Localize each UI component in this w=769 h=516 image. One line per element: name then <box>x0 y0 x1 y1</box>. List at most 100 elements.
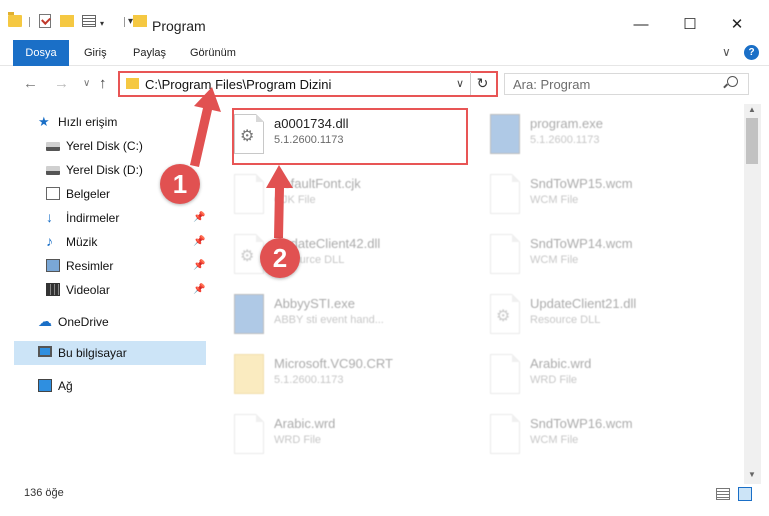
network-icon <box>38 379 52 392</box>
sidebar-item-label: Belgeler <box>66 187 111 201</box>
file-name: AbbyySTI.exe <box>274 296 355 311</box>
sidebar-item-quick-access[interactable]: ★ Hızlı erişim <box>0 110 206 134</box>
file-item[interactable]: program.exe 5.1.2600.1173 <box>472 108 712 168</box>
forward-button[interactable]: → <box>54 75 69 92</box>
file-name: SndToWP15.wcm <box>530 176 633 191</box>
pin-icon: 📌 <box>193 284 206 295</box>
search-icon[interactable] <box>727 76 738 87</box>
view-icon[interactable] <box>82 15 96 27</box>
sidebar-item-pictures[interactable]: Resimler 📌 <box>0 254 206 278</box>
pin-icon: 📌 <box>193 260 206 271</box>
file-name: Microsoft.VC90.CRT <box>274 356 393 371</box>
file-name: program.exe <box>530 116 603 131</box>
tab-file[interactable]: Dosya <box>13 40 69 66</box>
recent-locations-button[interactable]: ∨ <box>83 78 90 89</box>
file-highlight-box <box>232 108 468 165</box>
file-version: 5.1.2600.1173 <box>274 374 344 386</box>
file-name: Arabic.wrd <box>274 416 336 431</box>
properties-icon[interactable] <box>39 14 51 28</box>
annotation-badge-2: 2 <box>260 238 300 278</box>
music-icon: ♪ <box>46 233 53 249</box>
file-icon <box>490 234 520 274</box>
pictures-icon <box>46 259 60 272</box>
file-icon <box>234 414 264 454</box>
file-type: CJK File <box>274 194 316 206</box>
file-type: WCM File <box>530 254 579 266</box>
file-icon <box>234 174 264 214</box>
back-button[interactable]: ← <box>23 75 38 92</box>
sidebar-item-this-pc[interactable]: Bu bilgisayar <box>14 341 206 365</box>
sidebar-item-downloads[interactable]: ↓ İndirmeler 📌 <box>0 206 206 230</box>
new-folder-icon[interactable] <box>60 15 74 27</box>
file-item[interactable]: ⚙ UpdateClient42.dll Resource DLL <box>216 228 456 288</box>
file-icon <box>490 354 520 394</box>
sidebar-item-disk-c[interactable]: Yerel Disk (C:) <box>0 134 206 158</box>
separator <box>124 17 125 27</box>
file-type: WRD File <box>530 374 578 386</box>
pin-icon: 📌 <box>193 236 206 247</box>
file-item[interactable]: SndToWP15.wcm WCM File <box>472 168 712 228</box>
file-name: DefaultFont.cjk <box>274 176 361 191</box>
file-item[interactable]: Microsoft.VC90.CRT 5.1.2600.1173 <box>216 348 456 408</box>
scroll-down-icon[interactable]: ▼ <box>748 470 756 479</box>
downloads-icon: ↓ <box>46 209 53 225</box>
tab-share[interactable]: Paylaş <box>121 40 178 66</box>
videos-icon <box>46 283 60 296</box>
sidebar-item-videos[interactable]: Videolar 📌 <box>0 278 206 302</box>
file-name: UpdateClient21.dll <box>530 296 637 311</box>
window-title: Program <box>152 18 206 34</box>
item-count: 136 öğe <box>24 487 64 499</box>
sidebar-item-network[interactable]: Ağ <box>0 374 206 398</box>
file-type: Resource DLL <box>530 314 601 326</box>
pin-icon: 📌 <box>193 212 206 223</box>
documents-icon <box>46 187 60 200</box>
details-view-icon[interactable] <box>716 488 730 500</box>
scrollbar-thumb[interactable] <box>746 118 758 164</box>
file-item[interactable]: Arabic.wrd WRD File <box>472 348 712 408</box>
sidebar-item-music[interactable]: ♪ Müzik 📌 <box>0 230 206 254</box>
computer-icon <box>38 346 52 357</box>
file-item[interactable]: DefaultFont.cjk CJK File <box>216 168 456 228</box>
close-button[interactable]: ✕ <box>714 10 760 40</box>
address-dropdown-icon[interactable]: ∨ <box>456 77 464 90</box>
tab-home[interactable]: Giriş <box>72 40 119 66</box>
file-item[interactable]: SndToWP14.wcm WCM File <box>472 228 712 288</box>
file-name: SndToWP16.wcm <box>530 416 633 431</box>
sidebar-item-label: Hızlı erişim <box>58 115 118 129</box>
sidebar-item-label: Ağ <box>58 379 73 393</box>
tab-view[interactable]: Görünüm <box>178 40 248 66</box>
folder-icon[interactable] <box>8 12 22 27</box>
folder-icon <box>234 354 264 394</box>
sidebar-item-label: Bu bilgisayar <box>58 346 127 360</box>
file-item[interactable]: Arabic.wrd WRD File <box>216 408 456 468</box>
sidebar-item-label: Müzik <box>66 235 98 249</box>
sidebar-item-label: İndirmeler <box>66 211 120 225</box>
address-path[interactable]: C:\Program Files\Program Dizini <box>145 77 331 92</box>
expand-ribbon-button[interactable]: ∨ <box>722 45 731 59</box>
up-button[interactable]: ↑ <box>99 75 107 92</box>
minimize-button[interactable]: — <box>618 10 664 40</box>
folder-icon <box>126 78 139 89</box>
maximize-button[interactable]: ☐ <box>667 10 713 40</box>
exe-file-icon <box>490 114 520 154</box>
file-type: WCM File <box>530 434 579 446</box>
dropdown-arrow-icon[interactable]: ▾ <box>100 19 104 28</box>
scroll-up-icon[interactable]: ▲ <box>748 105 756 114</box>
file-icon <box>490 174 520 214</box>
file-icon <box>490 414 520 454</box>
sidebar-item-label: Videolar <box>66 283 110 297</box>
file-item[interactable]: ⚙ UpdateClient21.dll Resource DLL <box>472 288 712 348</box>
file-type: WRD File <box>274 434 322 446</box>
exe-file-icon <box>234 294 264 334</box>
file-name: SndToWP14.wcm <box>530 236 633 251</box>
star-icon: ★ <box>38 114 50 129</box>
search-input[interactable]: Ara: Program <box>513 77 590 92</box>
large-icons-view-icon[interactable] <box>738 487 752 501</box>
file-item[interactable]: AbbyySTI.exe ABBY sti event hand... <box>216 288 456 348</box>
file-item[interactable]: SndToWP16.wcm WCM File <box>472 408 712 468</box>
window-folder-icon <box>133 15 147 27</box>
sidebar-item-onedrive[interactable]: ☁ OneDrive <box>0 310 206 334</box>
refresh-button[interactable]: ↻ <box>470 72 494 95</box>
drive-icon <box>46 166 60 175</box>
help-button[interactable]: ? <box>744 45 759 60</box>
